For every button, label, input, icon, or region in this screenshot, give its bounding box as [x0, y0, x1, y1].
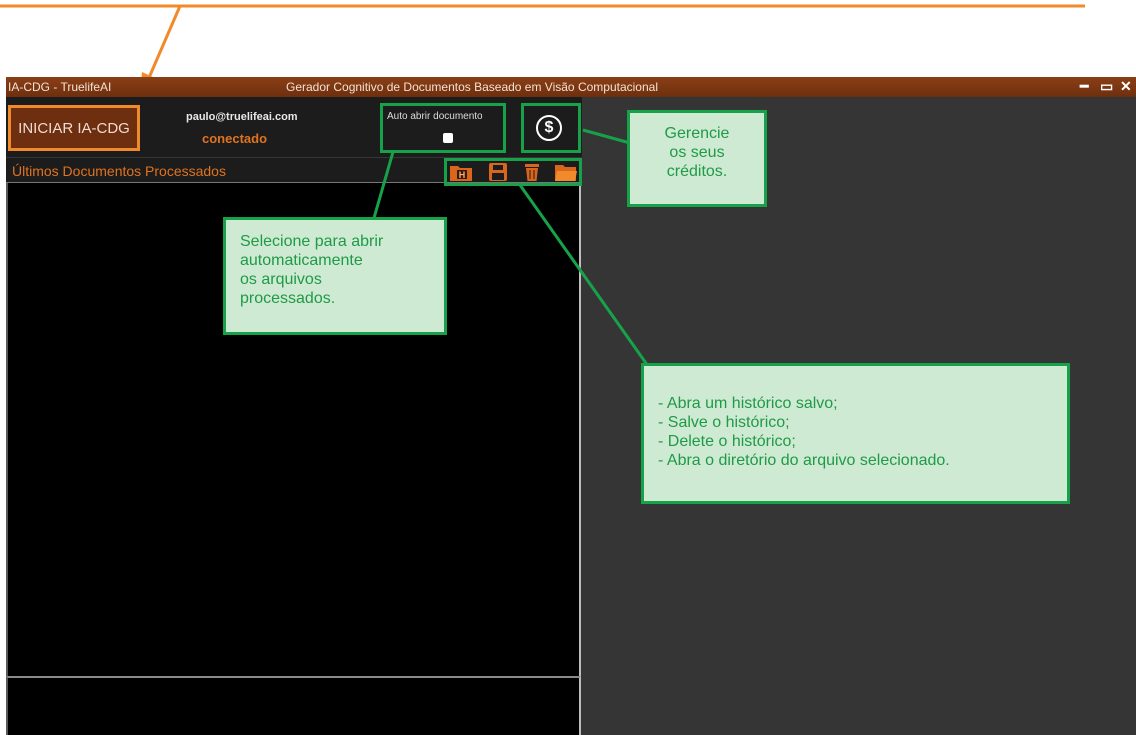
auto-open-checkbox[interactable] [443, 133, 453, 143]
auto-open-callout: Selecione para abrir automaticamente os … [223, 217, 447, 335]
dollar-coin-icon: $ [536, 115, 562, 141]
close-button[interactable]: ✕ [1120, 79, 1132, 93]
callout-line: - Delete o histórico; [658, 433, 796, 450]
callout-line: os arquivos [240, 271, 322, 288]
minimize-button[interactable]: ━ [1080, 79, 1088, 93]
callout-line: - Abra o diretório do arquivo selecionad… [658, 452, 950, 469]
callout-line: os seus [669, 144, 725, 161]
credits-callout: Gerencie os seus créditos. [627, 110, 767, 207]
callout-line: Selecione para abrir [240, 233, 384, 250]
credits-button[interactable]: $ [531, 113, 567, 143]
start-ia-cdg-button[interactable]: INICIAR IA-CDG [8, 105, 140, 151]
callout-line: créditos. [666, 163, 728, 180]
callout-line: automaticamente [240, 252, 363, 269]
documents-panel-title: Últimos Documentos Processados [12, 163, 226, 179]
svg-text:H: H [459, 170, 466, 180]
callout-line: Gerencie [664, 125, 730, 142]
window-center-title: Gerador Cognitivo de Documentos Baseado … [286, 80, 658, 94]
open-history-icon[interactable]: H [449, 162, 473, 182]
document-details-area [6, 676, 581, 735]
tools-callout: - Abra um histórico salvo; - Salve o his… [641, 363, 1070, 504]
callout-line: processados. [240, 290, 336, 307]
callout-line: - Abra um histórico salvo; [658, 395, 838, 412]
trash-icon[interactable] [520, 162, 544, 182]
user-email: paulo@truelifeai.com [186, 111, 298, 123]
maximize-button[interactable]: ▭ [1100, 79, 1113, 93]
app-title: IA-CDG - TruelifeAI [8, 80, 112, 94]
save-icon[interactable] [486, 162, 510, 182]
connection-status: conectado [202, 131, 268, 146]
folder-icon[interactable] [554, 162, 578, 182]
callout-line: - Salve o histórico; [658, 414, 790, 431]
auto-open-label: Auto abrir documento [387, 111, 483, 122]
window-title-bar: IA-CDG - TruelifeAI Gerador Cognitivo de… [6, 77, 1136, 97]
